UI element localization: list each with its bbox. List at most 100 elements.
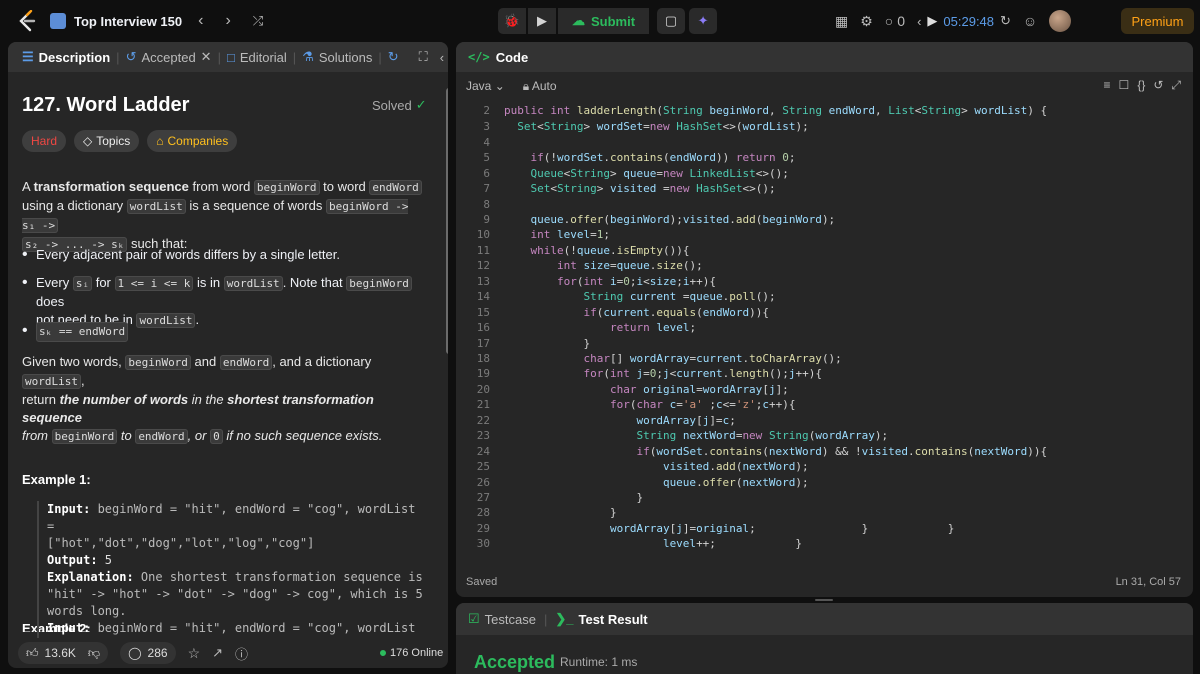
collapse-panel-icon[interactable]: ‹	[440, 50, 444, 65]
problem-description: 127. Word Ladder Solved ✓ Hard ◇ Topics ⌂…	[8, 72, 448, 632]
debug-icon[interactable]: 🐞	[498, 8, 526, 34]
line-number: 7	[483, 182, 490, 195]
line-number: 18	[476, 352, 490, 365]
tab-description[interactable]: ☰ Description	[16, 49, 116, 65]
code-panel: </> Code Java ⌄ 🔒︎ Auto ≡ ☐ {} ↺ ⤢ 23456…	[456, 42, 1193, 597]
format-icon[interactable]: ≡	[1104, 78, 1111, 93]
tab-editorial-label: Editorial	[239, 49, 287, 65]
timer-reset-icon[interactable]: ↻	[1000, 13, 1011, 29]
submit-button[interactable]: ☁ Submit	[558, 8, 650, 34]
braces-icon[interactable]: {}	[1137, 78, 1145, 93]
bullet-icon: •	[22, 246, 28, 263]
inline-code: wordList	[22, 374, 81, 389]
description-panel: ☰ Description | ↺ Accepted ✕ | □ Editori…	[8, 42, 448, 668]
timer-play-icon[interactable]: ▶	[927, 13, 937, 29]
comment-count: 286	[147, 646, 168, 660]
line-number: 9	[483, 213, 490, 226]
text: Given two words,	[22, 354, 126, 369]
panel-resize-handle[interactable]	[815, 599, 833, 601]
topics-chip[interactable]: ◇ Topics	[74, 130, 140, 152]
tab-testcase[interactable]: ☑ Testcase	[468, 611, 536, 627]
code-line: visited.add(nextWord);	[504, 460, 809, 473]
checkbox-icon: ☑	[468, 611, 480, 626]
problem-list-title[interactable]: Top Interview 150	[50, 13, 182, 29]
editor-status-bar: Saved Ln 31, Col 57	[456, 576, 1193, 594]
cursor-position: Ln 31, Col 57	[1115, 576, 1181, 588]
text: words long.	[47, 604, 127, 618]
companies-chip[interactable]: ⌂ Companies	[147, 130, 238, 152]
comments-button[interactable]: ◯ 286	[120, 642, 176, 664]
auto-mode[interactable]: 🔒︎ Auto	[523, 79, 557, 94]
top-bar-right: ▦ ⚙ ○ 0 ‹ ▶ 05:29:48 ↻ ☺	[835, 0, 1072, 42]
shuffle-icon[interactable]: ⤮	[247, 13, 269, 29]
layout-icon[interactable]: ▦	[835, 13, 848, 30]
line-number: 16	[476, 321, 490, 334]
add-friend-icon[interactable]: ☺	[1023, 13, 1037, 29]
inline-code: sᵢ	[72, 276, 93, 291]
notes-icon[interactable]: ▢	[657, 8, 686, 34]
problem-paragraph-1: A transformation sequence from word begi…	[22, 178, 426, 254]
example-1-title: Example 1:	[22, 472, 91, 487]
example-1-body: Input: beginWord = "hit", endWord = "cog…	[37, 501, 429, 620]
tab-submissions[interactable]: ↻	[382, 49, 405, 65]
submit-label: Submit	[591, 13, 636, 29]
close-icon[interactable]: ✕	[201, 49, 212, 65]
premium-button[interactable]: Premium	[1121, 8, 1194, 34]
line-number: 23	[476, 429, 490, 442]
page-title: 127. Word Ladder	[22, 94, 190, 116]
difficulty-badge[interactable]: Hard	[22, 130, 67, 152]
inline-code: 0	[210, 429, 223, 444]
run-button[interactable]: ▶	[528, 8, 556, 34]
tab-solutions[interactable]: ⚗ Solutions	[296, 49, 378, 65]
lock-icon: ⌂	[156, 134, 164, 148]
code-header: </> Code	[456, 42, 1193, 72]
settings-gear-icon[interactable]: ⚙	[860, 13, 873, 30]
text: is a sequence of words	[185, 198, 326, 213]
label: Output:	[47, 553, 98, 567]
check-circle-icon: ✓	[415, 97, 427, 112]
thumbs-down-icon[interactable]: 👎︎	[88, 646, 100, 661]
streak-fire-icon[interactable]: ○ 0	[885, 13, 905, 29]
ai-sparkle-icon[interactable]: ✦	[689, 8, 718, 34]
runtime: Runtime: 1 ms	[560, 655, 638, 669]
fullscreen-icon[interactable]: ⤢	[1171, 78, 1181, 93]
editor-tools: ≡ ☐ {} ↺ ⤢	[1104, 78, 1181, 93]
expand-icon[interactable]: ⛶	[419, 49, 428, 65]
reset-icon[interactable]: ↺	[1153, 78, 1163, 93]
next-problem-icon[interactable]: ›	[219, 12, 236, 30]
timer-collapse-icon[interactable]: ‹	[917, 14, 921, 29]
code-editor[interactable]: 2 3 4 5 6 7 8 9 10 11 12 13 14 15 16 17 18 19 20 21 22 23 24 25…	[456, 100, 1193, 570]
like-button[interactable]: 👍︎ 13.6K 👎︎	[18, 642, 109, 664]
code-line: queue.offer(nextWord);	[504, 476, 809, 489]
help-icon[interactable]: ⓘ	[235, 644, 248, 663]
share-icon[interactable]: ↗	[212, 645, 223, 661]
line-number: 26	[476, 476, 490, 489]
inline-code: beginWord	[125, 355, 191, 370]
text: to word	[319, 179, 370, 194]
description-footer: 👍︎ 13.6K 👎︎ ◯ 286 ☆ ↗ ⓘ 176 Online	[8, 638, 448, 668]
text: ["hot","dot","dog","lot","log","cog"]	[47, 536, 315, 550]
text: in the	[188, 392, 228, 407]
star-icon[interactable]: ☆	[188, 645, 201, 662]
submissions-icon: ↻	[387, 49, 399, 64]
comment-icon: ◯	[128, 646, 142, 660]
online-label: 176 Online	[390, 647, 444, 659]
code-line: Set<String> visited =new HashSet<>();	[530, 182, 776, 195]
tab-accepted[interactable]: ↺ Accepted ✕	[120, 49, 218, 65]
leetcode-logo-icon[interactable]	[14, 8, 40, 34]
avatar[interactable]	[1049, 10, 1072, 32]
tab-test-result[interactable]: ❯_ Test Result	[555, 611, 647, 627]
save-status: Saved	[466, 576, 498, 588]
tab-description-label: Description	[38, 49, 111, 65]
tab-editorial[interactable]: □ Editorial	[221, 50, 293, 65]
run-controls: 🐞 ▶ ☁ Submit ▢ ✦	[498, 8, 718, 34]
line-number: 3	[483, 120, 490, 133]
code-line: char original=wordArray[j];	[609, 383, 789, 396]
scrollbar[interactable]	[446, 88, 448, 354]
line-number: 30	[476, 537, 490, 550]
prev-problem-icon[interactable]: ‹	[192, 12, 209, 30]
timer[interactable]: ‹ ▶ 05:29:48 ↻	[917, 13, 1011, 29]
language-select[interactable]: Java ⌄	[466, 79, 505, 93]
tab-separator: |	[543, 611, 548, 627]
bookmark-icon[interactable]: ☐	[1119, 78, 1130, 93]
